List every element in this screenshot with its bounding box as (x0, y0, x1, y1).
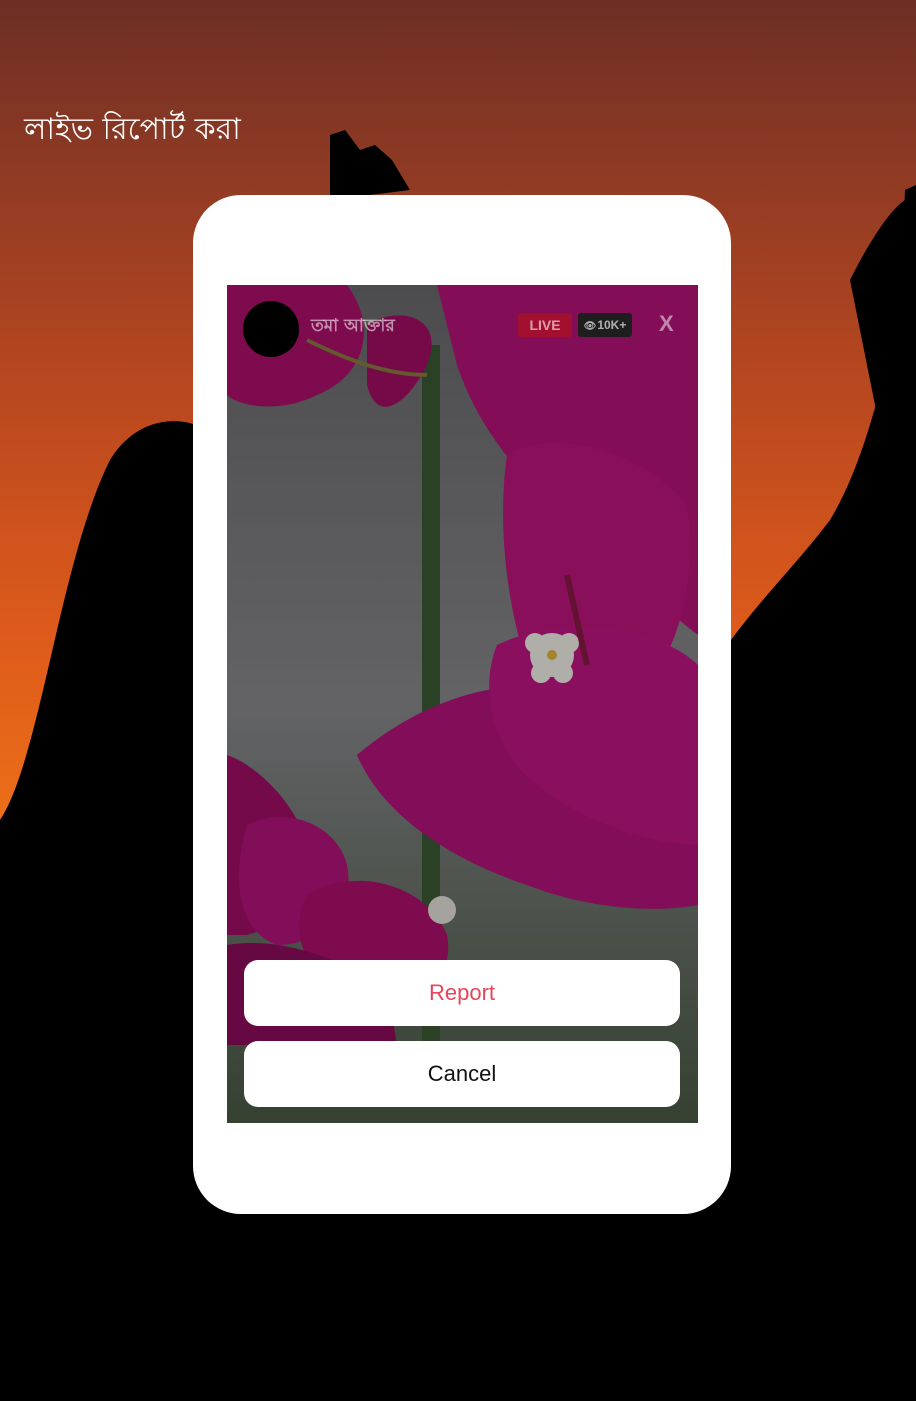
viewer-count: 10K+ (597, 318, 627, 332)
streamer-name[interactable]: তমা আক্তার (311, 313, 395, 341)
live-badge: LIVE (518, 313, 572, 337)
live-stream-screen: তমা আক্তার LIVE 👁10K+ X Report Cancel (227, 285, 698, 1123)
phone-mockup: তমা আক্তার LIVE 👁10K+ X Report Cancel (193, 195, 731, 1214)
streamer-avatar[interactable] (243, 301, 299, 357)
close-button[interactable]: X (659, 311, 674, 337)
viewer-count-badge: 👁10K+ (578, 313, 632, 337)
report-button[interactable]: Report (244, 960, 680, 1026)
eye-icon: 👁 (583, 321, 597, 332)
promo-screen: লাইভ রিপোর্ট করা তমা আক্তার LIVE 👁10K+ X… (0, 0, 916, 1401)
cancel-button[interactable]: Cancel (244, 1041, 680, 1107)
page-title: লাইভ রিপোর্ট করা (24, 112, 241, 147)
